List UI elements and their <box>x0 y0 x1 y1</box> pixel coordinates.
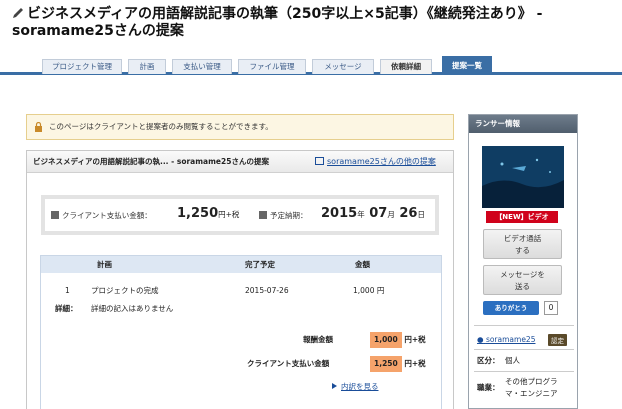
detail-label: 詳細： <box>55 304 78 313</box>
job-value: その他プログラ マ・エンジニア <box>505 377 558 398</box>
tab-messages[interactable]: メッセージ <box>312 59 374 74</box>
job-label: 職業： <box>477 383 500 392</box>
tab-plan[interactable]: 計画 <box>128 59 166 74</box>
thanks-count: 0 <box>544 301 558 315</box>
divider <box>474 349 574 350</box>
page-title-text: ビジネスメディアの用語解説記事の執筆（250字以上×5記事）《継続発注あり》 -… <box>12 6 543 39</box>
proposal-panel: ビジネスメディアの用語解説記事の執... - soramame25さんの提案 s… <box>26 150 454 409</box>
tab-files[interactable]: ファイル管理 <box>238 59 306 74</box>
access-notice: このページはクライアントと提案者のみ閲覧することができます。 <box>26 114 454 140</box>
lancer-info-sidebar: ランサー情報 【NEW】ビデオ ビデオ通話する メッセージを 送る ありがとう 0… <box>468 114 578 409</box>
header-amount: 金額 <box>355 260 370 269</box>
row-due-date: 2015-07-26 <box>245 286 289 295</box>
page-root: ビジネスメディアの用語解説記事の執筆（250字以上×5記事）《継続発注あり》 -… <box>0 0 622 409</box>
plan-table-header: 計画 完了予定 金額 <box>41 256 441 273</box>
user-icon: ● <box>477 335 484 344</box>
calculator-icon <box>51 211 59 219</box>
row-plan-name: プロジェクトの完成 <box>91 286 159 295</box>
reward-amount: 1,000 円+税 <box>370 332 426 348</box>
payment-label: クライアント支払い金額： <box>51 210 152 221</box>
type-row: 区分： 個人 <box>477 355 520 366</box>
video-call-button[interactable]: ビデオ通話 する <box>483 229 562 259</box>
job-row: 職業： その他プログラ マ・エンジニア <box>477 376 577 400</box>
table-row: 1 プロジェクトの完成 2015-07-26 1,000 円 <box>41 284 441 298</box>
client-payment-unit: 円+税 <box>404 359 426 368</box>
lock-icon <box>35 122 42 132</box>
header-due: 完了予定 <box>245 260 275 269</box>
certified-badge: 認定 <box>548 334 567 346</box>
message-label-1: メッセージを <box>500 270 545 279</box>
divider <box>474 371 574 372</box>
video-call-label-2: する <box>515 246 530 255</box>
sidebar-heading: ランサー情報 <box>469 115 577 133</box>
aquarium-image <box>482 146 564 208</box>
message-label-2: 送る <box>515 282 530 291</box>
reward-unit: 円+税 <box>404 335 426 344</box>
detail-row: 詳細： 詳細の記入はありません <box>41 302 441 316</box>
divider <box>474 325 574 326</box>
delivery-date: 2015年 07月 26日 <box>321 206 425 221</box>
new-video-badge[interactable]: 【NEW】ビデオ <box>486 211 558 223</box>
reward-value: 1,000 <box>370 332 402 348</box>
triangle-right-icon <box>332 383 337 389</box>
calendar-icon <box>259 211 267 219</box>
reward-label: 報酬金額 <box>303 335 333 344</box>
breakdown-link[interactable]: 内訳を見る <box>332 381 379 392</box>
video-thumbnail[interactable] <box>482 146 564 208</box>
other-proposals-link[interactable]: soramame25さんの他の提案 <box>315 151 436 172</box>
row-amount: 1,000 円 <box>353 286 385 295</box>
thanks-button[interactable]: ありがとう <box>483 301 539 315</box>
pencil-icon <box>13 8 23 18</box>
other-proposals-link-text: soramame25さんの他の提案 <box>327 157 436 166</box>
row-number: 1 <box>65 286 70 295</box>
summary-box: クライアント支払い金額： 1,250円+税 予定納期： 2015年 07月 26… <box>41 195 439 235</box>
client-payment-amount: 1,250 円+税 <box>370 356 426 372</box>
header-plan: 計画 <box>97 260 112 269</box>
send-message-button[interactable]: メッセージを 送る <box>483 265 562 295</box>
payment-amount: 1,250円+税 <box>177 206 240 221</box>
panel-heading: ビジネスメディアの用語解説記事の執... - soramame25さんの提案 <box>33 157 269 166</box>
plan-table: 計画 完了予定 金額 1 プロジェクトの完成 2015-07-26 1,000 … <box>40 255 442 409</box>
breakdown-link-text: 内訳を見る <box>341 382 379 391</box>
video-call-label-1: ビデオ通話 <box>503 234 542 243</box>
client-payment-label: クライアント支払い金額 <box>247 359 330 368</box>
username-link[interactable]: ● soramame25 <box>477 335 535 344</box>
delivery-label: 予定納期： <box>259 210 308 221</box>
tab-request-details[interactable]: 依頼詳細 <box>380 59 432 74</box>
tab-bar: プロジェクト管理 計画 支払い管理 ファイル管理 メッセージ 依頼詳細 提案一覧 <box>0 53 622 75</box>
page-title: ビジネスメディアの用語解説記事の執筆（250字以上×5記事）《継続発注あり》 -… <box>12 6 612 40</box>
username-text: soramame25 <box>485 335 536 344</box>
panel-header: ビジネスメディアの用語解説記事の執... - soramame25さんの提案 s… <box>27 151 453 173</box>
type-label: 区分： <box>477 356 500 365</box>
notice-text: このページはクライアントと提案者のみ閲覧することができます。 <box>49 122 273 131</box>
tab-proposal-list[interactable]: 提案一覧 <box>442 56 492 75</box>
client-payment-value: 1,250 <box>370 356 402 372</box>
list-icon <box>315 157 324 165</box>
payment-unit: 円+税 <box>218 210 240 219</box>
tab-project-management[interactable]: プロジェクト管理 <box>42 59 122 74</box>
tab-payment[interactable]: 支払い管理 <box>172 59 232 74</box>
type-value: 個人 <box>505 356 520 365</box>
detail-value: 詳細の記入はありません <box>91 304 174 313</box>
